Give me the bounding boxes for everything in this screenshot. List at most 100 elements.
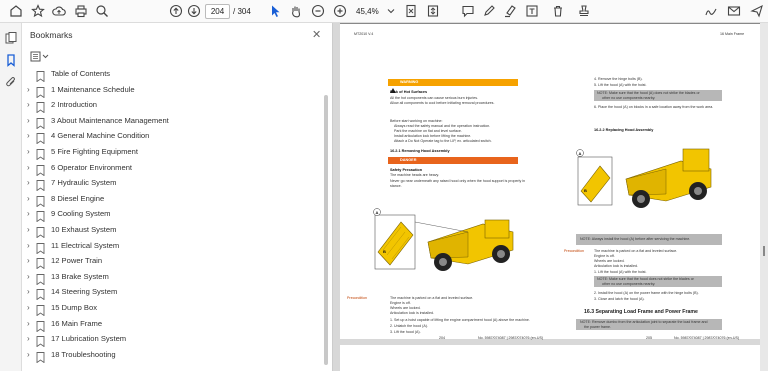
chevron-right-icon[interactable]: ›	[27, 178, 30, 187]
bookmark-icon	[36, 241, 45, 254]
bullet-text: Park the machine on flat and level surfa…	[394, 129, 462, 133]
chevron-right-icon[interactable]: ›	[27, 147, 30, 156]
chevron-right-icon[interactable]: ›	[27, 131, 30, 140]
bookmark-item[interactable]: Table of Contents	[22, 67, 322, 83]
step-text: 3. Close and latch the hood (A).	[594, 297, 645, 301]
bullet-text: Attach a Do Not Operate tag to the LIP, …	[394, 139, 492, 143]
cloud-upload-icon[interactable]	[52, 4, 66, 18]
bullet-text: Install articulation lock before lifting…	[394, 134, 472, 138]
page-number: 204	[439, 336, 445, 340]
search-icon[interactable]	[95, 4, 109, 18]
step-text: 2. Unlatch the hood (A).	[390, 324, 428, 328]
chevron-right-icon[interactable]: ›	[27, 350, 30, 359]
danger-title: Safety Precaution	[390, 168, 423, 172]
page-number-input[interactable]: 204	[205, 4, 230, 19]
stamp-icon[interactable]	[577, 4, 591, 18]
print-icon[interactable]	[74, 4, 88, 18]
text-box-icon[interactable]	[525, 4, 539, 18]
scrollbar-thumb[interactable]	[763, 246, 765, 256]
chevron-right-icon[interactable]: ›	[27, 209, 30, 218]
chevron-right-icon[interactable]: ›	[27, 194, 30, 203]
danger-text: The machine heads are heavy.	[390, 173, 440, 177]
zoom-in-icon[interactable]	[333, 4, 347, 18]
bookmark-item[interactable]: › 16 Main Frame	[22, 317, 322, 332]
page-total: / 304	[233, 7, 251, 16]
document-view[interactable]: MT2010 V.4 16 Main Frame WARNING Risk of…	[333, 23, 768, 371]
bookmark-scrollbar[interactable]	[323, 67, 329, 367]
bookmark-item[interactable]: › 9 Cooling System	[22, 207, 322, 223]
star-icon[interactable]	[31, 4, 45, 18]
home-icon[interactable]	[9, 4, 23, 18]
chevron-right-icon[interactable]: ›	[27, 100, 30, 109]
page-thumbnails-icon[interactable]	[4, 31, 18, 45]
bookmark-item[interactable]: › 4 General Machine Condition	[22, 129, 322, 145]
highlight-icon[interactable]	[503, 4, 517, 18]
zoom-out-icon[interactable]	[311, 4, 325, 18]
chevron-right-icon[interactable]: ›	[27, 303, 30, 312]
bookmarks-panel: Bookmarks ✕ Table of Contents › 1 Mainte…	[22, 23, 333, 371]
bookmark-item[interactable]: › 2 Introduction	[22, 98, 322, 114]
fit-page-icon[interactable]	[404, 4, 418, 18]
bookmark-item[interactable]: › 14 Steering System	[22, 285, 322, 301]
share-icon[interactable]	[750, 4, 764, 18]
bookmark-item[interactable]: › 7 Hydraulic System	[22, 176, 322, 192]
precondition-item: Wheels are locked.	[390, 306, 421, 310]
chevron-down-icon[interactable]	[384, 4, 395, 18]
loader-illustration-right: A B	[576, 139, 726, 229]
bookmark-item[interactable]: › 12 Power Train	[22, 254, 322, 270]
bookmark-item[interactable]: › 10 Exhaust System	[22, 223, 322, 239]
chevron-right-icon[interactable]: ›	[27, 116, 30, 125]
bookmark-options-button[interactable]	[30, 50, 52, 63]
danger-text: Never go near underneath any raised hood…	[390, 179, 526, 183]
comment-icon[interactable]	[461, 4, 475, 18]
bookmark-item[interactable]: › 17 Lubrication System	[22, 332, 322, 348]
precondition-item: The machine is parked on a flat and leve…	[594, 249, 678, 253]
bookmark-label: 13 Brake System	[51, 271, 109, 281]
bookmark-item[interactable]: › 15 Dump Box	[22, 301, 322, 317]
scroll-mode-icon[interactable]	[426, 4, 440, 18]
bookmark-icon	[36, 350, 45, 364]
bookmark-item[interactable]: › 18 Troubleshooting	[22, 348, 322, 364]
chevron-right-icon[interactable]: ›	[27, 334, 30, 343]
chevron-right-icon[interactable]: ›	[27, 241, 30, 250]
chevron-right-icon[interactable]: ›	[27, 85, 30, 94]
chevron-right-icon[interactable]: ›	[27, 163, 30, 172]
bookmark-icon[interactable]	[4, 53, 18, 67]
precondition-label: Precondition	[564, 249, 584, 253]
mail-icon[interactable]	[727, 4, 741, 18]
chevron-right-icon[interactable]: ›	[27, 225, 30, 234]
previous-page-icon[interactable]	[169, 4, 183, 18]
bookmark-label: 9 Cooling System	[51, 209, 111, 219]
next-page-icon[interactable]	[187, 4, 201, 18]
bookmark-icon	[36, 147, 45, 161]
bookmark-item[interactable]: › 6 Operator Environment	[22, 161, 322, 176]
bookmark-item[interactable]: › 1 Maintenance Schedule	[22, 83, 322, 98]
bookmark-item[interactable]: › 11 Electrical System	[22, 239, 322, 254]
chevron-right-icon[interactable]: ›	[27, 319, 30, 328]
bookmark-item[interactable]: › 5 Fire Fighting Equipment	[22, 145, 322, 161]
bookmark-item[interactable]: › 8 Diesel Engine	[22, 192, 322, 208]
close-icon[interactable]: ✕	[312, 28, 321, 41]
precondition-label: Precondition	[347, 296, 367, 300]
bookmark-icon	[36, 319, 45, 332]
hand-tool-icon[interactable]	[289, 4, 303, 18]
note-text: other no use components nearby.	[602, 96, 656, 100]
chevron-right-icon[interactable]: ›	[27, 272, 30, 281]
bookmark-label: 1 Maintenance Schedule	[51, 84, 135, 94]
scrollbar-thumb[interactable]	[324, 95, 328, 365]
pen-icon[interactable]	[482, 4, 496, 18]
sign-icon[interactable]	[704, 4, 718, 18]
step-text: 3. Lift the hood (A).	[390, 330, 421, 334]
document-scrollbar[interactable]	[760, 23, 768, 371]
select-cursor-icon[interactable]	[268, 4, 282, 18]
delete-icon[interactable]	[551, 4, 565, 18]
bookmark-icon	[36, 303, 45, 317]
bookmark-icon	[36, 163, 45, 176]
toolbar: 204 / 304 45,4%	[0, 0, 768, 23]
bookmark-item[interactable]: › 3 About Maintenance Management	[22, 114, 322, 130]
chevron-right-icon[interactable]: ›	[27, 256, 30, 265]
bookmark-icon	[36, 69, 45, 83]
attachment-icon[interactable]	[4, 75, 18, 89]
chevron-right-icon[interactable]: ›	[27, 287, 30, 296]
bookmark-item[interactable]: › 13 Brake System	[22, 270, 322, 286]
